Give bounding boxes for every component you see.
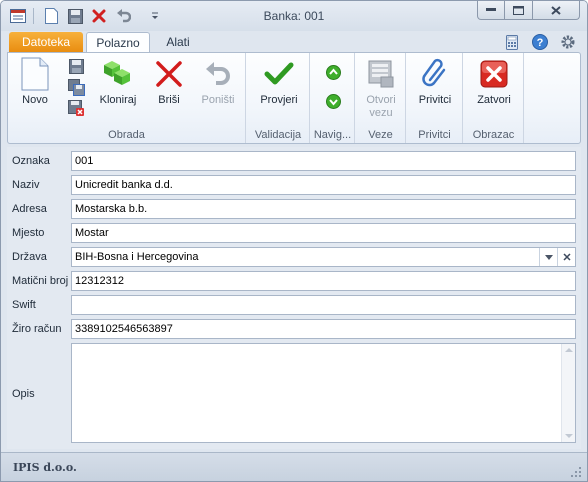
company-name: IPIS d.o.o. (13, 461, 77, 474)
calculator-icon[interactable] (503, 34, 521, 50)
label-maticni-broj: Matični broj (12, 275, 69, 287)
check-icon (264, 62, 294, 85)
drzava-dropdown-button[interactable] (539, 248, 557, 266)
kloniraj-button[interactable]: Kloniraj (92, 57, 144, 107)
otvori-vezu-button[interactable]: Otvori vezu (358, 57, 404, 120)
group-label-veze: Veze (368, 129, 393, 141)
ponisti-button[interactable]: Poništi (194, 57, 242, 107)
oznaka-input[interactable]: 001 (71, 151, 576, 171)
close-red-icon (480, 60, 508, 88)
group-label-navig: Navig... (313, 129, 352, 141)
drzava-value: BIH-Bosna i Hercegovina (75, 251, 199, 263)
naziv-input[interactable]: Unicredit banka d.d. (71, 175, 576, 195)
close-window-button[interactable] (533, 1, 580, 20)
label-drzava: Država (12, 251, 47, 263)
label-adresa: Adresa (12, 203, 47, 215)
svg-text:?: ? (537, 37, 544, 49)
resize-grip-icon[interactable] (571, 467, 581, 477)
tab-alati[interactable]: Alati (158, 32, 198, 53)
settings-gear-icon[interactable] (559, 34, 577, 50)
nav-down-icon[interactable] (323, 92, 343, 111)
save-small-icon[interactable] (66, 57, 86, 76)
tab-datoteka[interactable]: Datoteka (9, 32, 83, 53)
scroll-up-arrow[interactable] (565, 348, 573, 352)
group-label-validacija: Validacija (254, 129, 302, 141)
minimize-button[interactable] (477, 1, 505, 20)
group-label-obrazac: Obrazac (472, 129, 515, 141)
provjeri-button[interactable]: Provjeri (251, 57, 307, 107)
ribbon: Novo Kloniraj Briši Poništi Obrada Provj… (7, 52, 581, 144)
window: Banka: 001 Datoteka Polazno Alati ? Novo… (0, 0, 588, 482)
drzava-clear-button[interactable] (557, 248, 575, 266)
opis-textarea[interactable] (71, 343, 576, 443)
maximize-button[interactable] (505, 1, 533, 20)
label-mjesto: Mjesto (12, 227, 45, 239)
window-controls (477, 1, 580, 20)
title-bar: Banka: 001 (1, 1, 587, 31)
save-copy-icon[interactable] (66, 78, 86, 97)
obrada-small-buttons (66, 57, 86, 120)
group-obrazac: Zatvori Obrazac (464, 53, 524, 143)
tab-polazno[interactable]: Polazno (86, 32, 150, 53)
undo-large-icon (206, 62, 230, 85)
group-obrada: Novo Kloniraj Briši Poništi Obrada (8, 53, 246, 143)
ribbon-tabs: Datoteka Polazno Alati ? (1, 31, 587, 53)
scroll-down-arrow[interactable] (565, 434, 573, 438)
navigation-buttons (323, 63, 343, 113)
label-opis: Opis (12, 388, 35, 400)
save-close-icon[interactable] (66, 99, 86, 118)
ziro-racun-input[interactable]: 3389102546563897 (71, 319, 576, 339)
new-document-icon (21, 57, 49, 91)
clone-cubes-icon (104, 61, 130, 85)
privitci-button[interactable]: Privitci (409, 57, 461, 107)
zatvori-button[interactable]: Zatvori (468, 57, 520, 107)
nav-up-icon[interactable] (323, 63, 343, 82)
brisi-button[interactable]: Briši (146, 57, 192, 107)
group-privitci: Privitci Privitci (407, 53, 463, 143)
bank-form: Oznaka 001 Naziv Unicredit banka d.d. Ad… (7, 147, 581, 449)
label-swift: Swift (12, 299, 36, 311)
novo-button[interactable]: Novo (12, 57, 58, 107)
ribbon-right-icons: ? (493, 34, 577, 50)
swift-input[interactable] (71, 295, 576, 315)
label-naziv: Naziv (12, 179, 40, 191)
group-label-obrada: Obrada (108, 129, 145, 141)
adresa-input[interactable]: Mostarska b.b. (71, 199, 576, 219)
drzava-combo[interactable]: BIH-Bosna i Hercegovina (71, 247, 576, 267)
status-bar: IPIS d.o.o. (1, 452, 587, 481)
opis-scrollbar[interactable] (561, 344, 575, 442)
group-veze: Otvori vezu Veze (356, 53, 406, 143)
delete-x-icon (156, 61, 182, 87)
help-icon[interactable]: ? (531, 34, 549, 50)
paperclip-icon (422, 58, 446, 87)
open-link-icon (368, 60, 394, 88)
label-oznaka: Oznaka (12, 155, 50, 167)
group-navig: Navig... (311, 53, 355, 143)
group-label-privitci: Privitci (418, 129, 451, 141)
group-validacija: Provjeri Validacija (247, 53, 310, 143)
mjesto-input[interactable]: Mostar (71, 223, 576, 243)
maticni-broj-input[interactable]: 12312312 (71, 271, 576, 291)
label-ziro-racun: Žiro račun (12, 323, 62, 335)
clear-x-icon (562, 253, 571, 261)
chevron-down-icon (544, 254, 553, 260)
